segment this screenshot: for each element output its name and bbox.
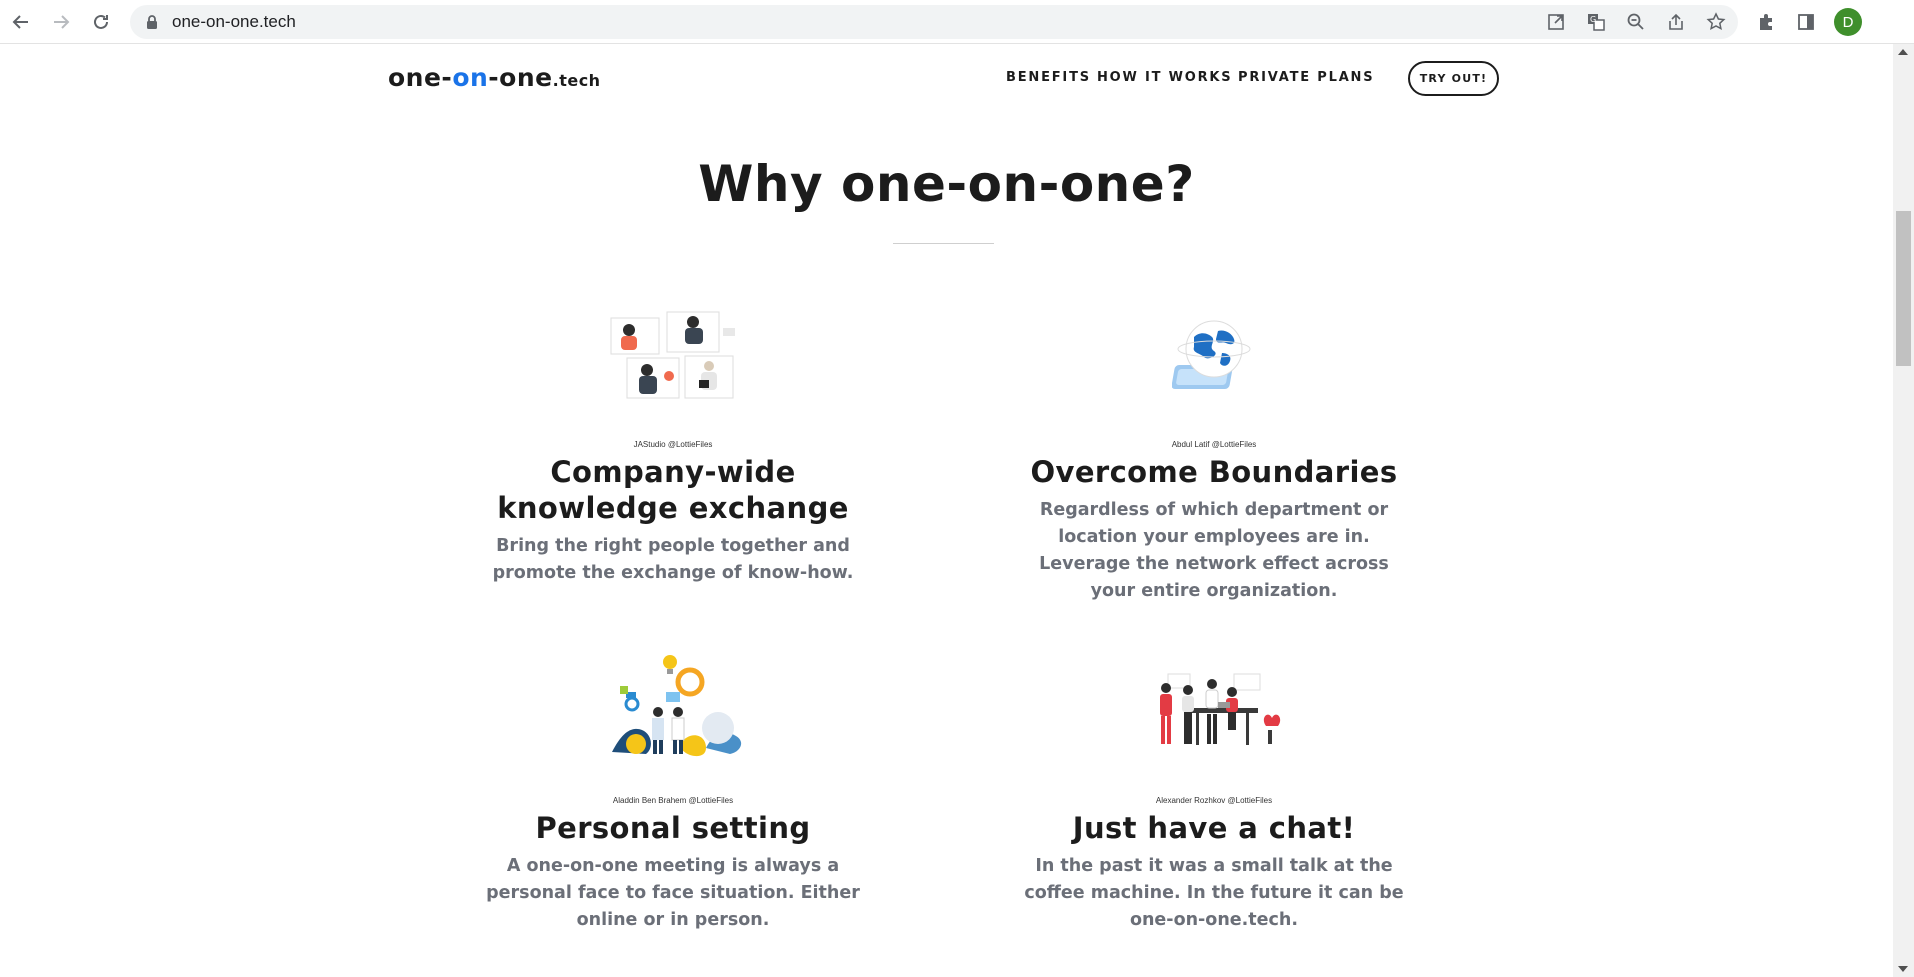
illustration-credit: JAStudio @LottieFiles xyxy=(633,440,713,449)
logo-part: -one xyxy=(488,63,553,92)
logo-tld: .tech xyxy=(552,71,601,90)
card-title-line: Company-wide xyxy=(550,455,796,489)
puzzle-icon xyxy=(1760,14,1772,30)
side-panel-icon xyxy=(1798,14,1814,30)
card-text-line: coffee machine. In the future it can be xyxy=(1024,883,1404,903)
card-title: Company-wide knowledge exchange xyxy=(473,454,873,526)
office-chat-illustration xyxy=(1160,673,1281,745)
arrow-right-icon xyxy=(54,15,70,29)
card-title-line: knowledge exchange xyxy=(497,491,849,525)
card-text-line: Leverage the network effect across xyxy=(1039,554,1389,574)
reload-icon xyxy=(94,14,108,29)
section-title: Why one-on-one? xyxy=(698,155,1195,213)
reload-button[interactable] xyxy=(86,7,116,37)
title-divider xyxy=(893,243,994,244)
card-title: Personal setting xyxy=(535,811,811,845)
card-description: Regardless of which department or locati… xyxy=(1014,497,1414,605)
address-bar[interactable]: one-on-one.tech G xyxy=(130,5,1738,39)
logo-part: one- xyxy=(388,63,453,92)
back-button[interactable] xyxy=(6,7,36,37)
page-scrollbar[interactable] xyxy=(1893,44,1914,977)
illustration-credit: Abdul Latif @LottieFiles xyxy=(1171,440,1257,449)
nav-link-private-plans[interactable]: PRIVATE PLANS xyxy=(1238,70,1374,85)
video-call-illustration xyxy=(610,311,735,399)
globe-phone-illustration xyxy=(1172,320,1251,389)
scroll-down-arrow-icon[interactable] xyxy=(1898,966,1908,972)
scroll-up-arrow-icon[interactable] xyxy=(1898,49,1908,55)
scroll-thumb[interactable] xyxy=(1896,211,1911,366)
zoom-out-icon[interactable] xyxy=(1626,12,1646,32)
profile-avatar[interactable]: D xyxy=(1834,8,1862,36)
arrow-left-icon xyxy=(12,15,28,29)
card-text-line: location your employees are in. xyxy=(1058,527,1370,547)
card-text-line: online or in person. xyxy=(576,910,770,930)
illustration-credit: Alexander Rozhkov @LottieFiles xyxy=(1155,796,1273,805)
teamwork-gears-illustration xyxy=(612,655,742,757)
illustration-credit: Aladdin Ben Brahem @LottieFiles xyxy=(612,796,734,805)
open-external-icon[interactable] xyxy=(1546,12,1566,32)
card-title: Just have a chat! xyxy=(1072,811,1356,845)
extensions-button[interactable] xyxy=(1753,9,1779,35)
card-description: A one-on-one meeting is always a persona… xyxy=(473,853,873,934)
url-text: one-on-one.tech xyxy=(172,12,296,31)
browser-toolbar: one-on-one.tech G D xyxy=(0,0,1914,44)
lock-icon xyxy=(147,15,157,29)
card-text-line: personal face to face situation. Either xyxy=(486,883,860,903)
card-text-line: In the past it was a small talk at the xyxy=(1035,856,1393,876)
nav-link-benefits[interactable]: BENEFITS xyxy=(1006,70,1091,85)
card-text-line: one-on-one.tech. xyxy=(1129,910,1299,930)
card-text-line: your entire organization. xyxy=(1090,581,1338,601)
side-panel-button[interactable] xyxy=(1793,9,1819,35)
card-text-line: Regardless of which department or xyxy=(1039,500,1389,520)
share-icon[interactable] xyxy=(1666,12,1686,32)
card-text-line: Bring the right people together and xyxy=(496,536,850,556)
try-out-button[interactable]: TRY OUT! xyxy=(1408,61,1499,96)
translate-icon[interactable]: G xyxy=(1586,12,1606,32)
forward-button[interactable] xyxy=(46,7,76,37)
site-logo[interactable]: one-on-one.tech xyxy=(388,63,601,92)
card-text-line: A one-on-one meeting is always a xyxy=(506,856,840,876)
card-text-line: promote the exchange of know-how. xyxy=(492,563,854,583)
svg-text:G: G xyxy=(1590,15,1596,24)
nav-link-how-it-works[interactable]: HOW IT WORKS xyxy=(1097,70,1232,85)
card-description: In the past it was a small talk at the c… xyxy=(1014,853,1414,934)
card-title: Overcome Boundaries xyxy=(1030,455,1398,489)
logo-accent: on xyxy=(452,63,489,92)
card-description: Bring the right people together and prom… xyxy=(473,533,873,587)
bookmark-star-icon[interactable] xyxy=(1706,12,1726,32)
